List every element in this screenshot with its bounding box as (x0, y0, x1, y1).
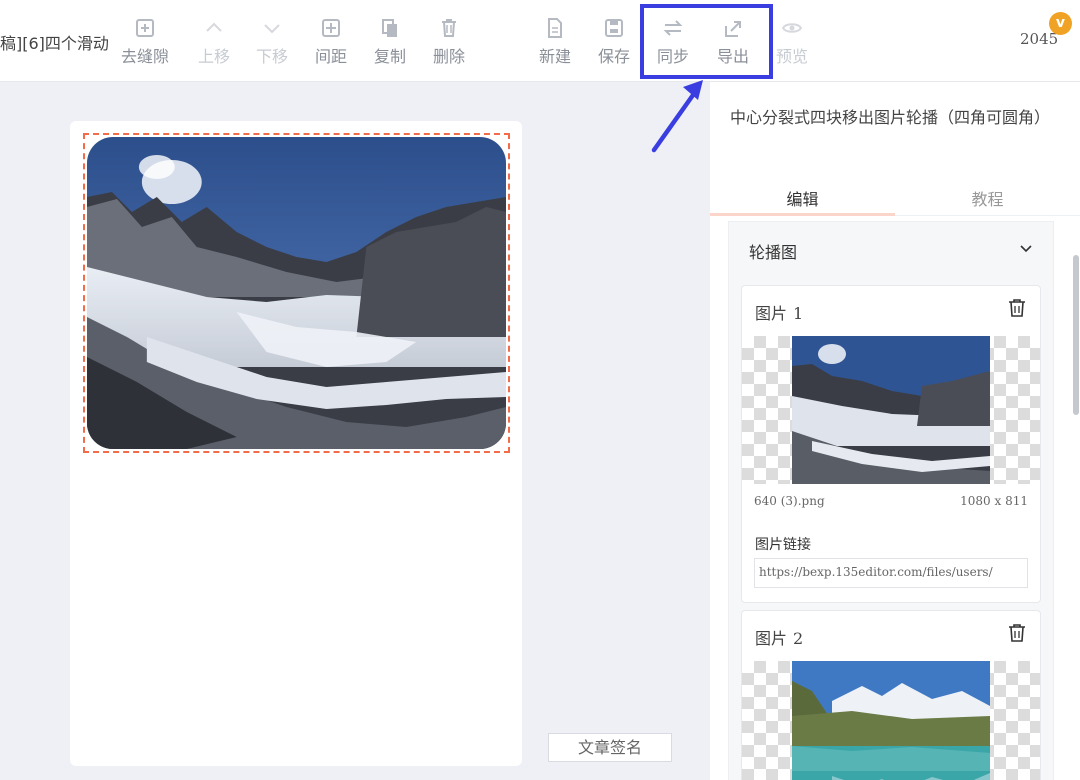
sync-button[interactable]: 同步 (645, 17, 701, 71)
new-button[interactable]: 新建 (527, 17, 583, 71)
move-down-button[interactable]: 下移 (244, 17, 300, 71)
eye-icon (781, 23, 803, 33)
tab-edit[interactable]: 编辑 (710, 186, 895, 210)
image-card-1: 图片 1 640 (3).png 1080 x 811 图片链接 https://… (741, 285, 1041, 603)
preview-label: 预览 (775, 47, 808, 66)
image-card-title: 图片 2 (755, 625, 803, 649)
annotation-arrow (651, 80, 703, 153)
image-thumbnail-2[interactable] (742, 661, 1040, 780)
image-filename: 640 (3).png (754, 494, 825, 508)
chevron-up-icon (206, 22, 222, 32)
image-link-input[interactable]: https://bexp.135editor.com/files/users/ (754, 558, 1028, 588)
word-count: 2045 (1020, 30, 1059, 48)
template-title: 中心分裂式四块移出图片轮播（四角可圆角） (730, 108, 1051, 127)
preview-button[interactable]: 预览 (764, 17, 820, 71)
sync-arrows-icon (663, 20, 683, 36)
document-title: 稿][6]四个滑动 (0, 34, 109, 53)
move-up-label: 上移 (197, 47, 230, 66)
move-up-button[interactable]: 上移 (186, 17, 242, 71)
top-toolbar: 稿][6]四个滑动 去缝隙 上移 下移 间距 复制 删除 新建 保存 同步 导出 (0, 0, 1080, 82)
image-card-title-text: 图片 (755, 629, 788, 648)
thumbnail-lake-image (792, 661, 990, 780)
carousel-image-glacier[interactable] (87, 137, 506, 449)
export-icon (725, 21, 741, 37)
save-button[interactable]: 保存 (586, 17, 642, 71)
image-thumbnail-1[interactable] (742, 336, 1040, 484)
copy-icon (382, 19, 397, 37)
vip-badge[interactable]: v (1049, 12, 1072, 35)
remove-gap-button[interactable]: 去缝隙 (117, 17, 173, 71)
selected-image-frame[interactable] (83, 133, 510, 453)
export-button[interactable]: 导出 (705, 17, 761, 71)
copy-button[interactable]: 复制 (362, 17, 418, 71)
trash-icon (442, 19, 456, 37)
image-file-info: 640 (3).png 1080 x 811 (754, 494, 1028, 508)
image-card-title: 图片 1 (755, 300, 803, 324)
sync-label: 同步 (656, 47, 689, 66)
delete-label: 删除 (432, 47, 465, 66)
article-signature-button[interactable]: 文章签名 (548, 733, 672, 762)
copy-label: 复制 (373, 47, 406, 66)
spacing-label: 间距 (314, 47, 347, 66)
panel-scrollbar[interactable] (1073, 255, 1079, 415)
plus-box-icon (136, 19, 154, 37)
trash-icon[interactable] (1008, 298, 1026, 318)
spacing-button[interactable]: 间距 (303, 17, 359, 71)
delete-button[interactable]: 删除 (421, 17, 477, 71)
editor-canvas (70, 121, 522, 766)
image-card-title-text: 图片 (755, 304, 788, 323)
new-file-icon (548, 18, 562, 38)
tab-tutorial[interactable]: 教程 (895, 186, 1080, 210)
image-link-label: 图片链接 (755, 537, 811, 553)
section-title: 轮播图 (749, 243, 798, 262)
active-tab-underline (710, 213, 895, 216)
image-dimensions: 1080 x 811 (960, 494, 1028, 508)
chevron-down-icon[interactable] (1019, 242, 1033, 256)
image-card-number: 1 (793, 304, 804, 323)
save-icon (605, 19, 623, 37)
new-label: 新建 (538, 47, 571, 66)
image-card-number: 2 (793, 629, 804, 648)
move-down-label: 下移 (255, 47, 288, 66)
thumbnail-glacier-image (792, 336, 990, 484)
chevron-down-icon (264, 24, 280, 34)
spacing-icon (322, 19, 340, 37)
panel-tabs: 编辑 教程 (710, 180, 1080, 216)
export-label: 导出 (716, 47, 749, 66)
save-label: 保存 (597, 47, 630, 66)
trash-icon[interactable] (1008, 623, 1026, 643)
carousel-settings-section: 轮播图 图片 1 640 (3).png 1080 x 811 图片链接 htt… (728, 221, 1054, 780)
image-card-2: 图片 2 (741, 610, 1041, 780)
settings-panel: 中心分裂式四块移出图片轮播（四角可圆角） 编辑 教程 轮播图 图片 1 640 … (710, 82, 1080, 780)
remove-gap-label: 去缝隙 (120, 47, 169, 66)
